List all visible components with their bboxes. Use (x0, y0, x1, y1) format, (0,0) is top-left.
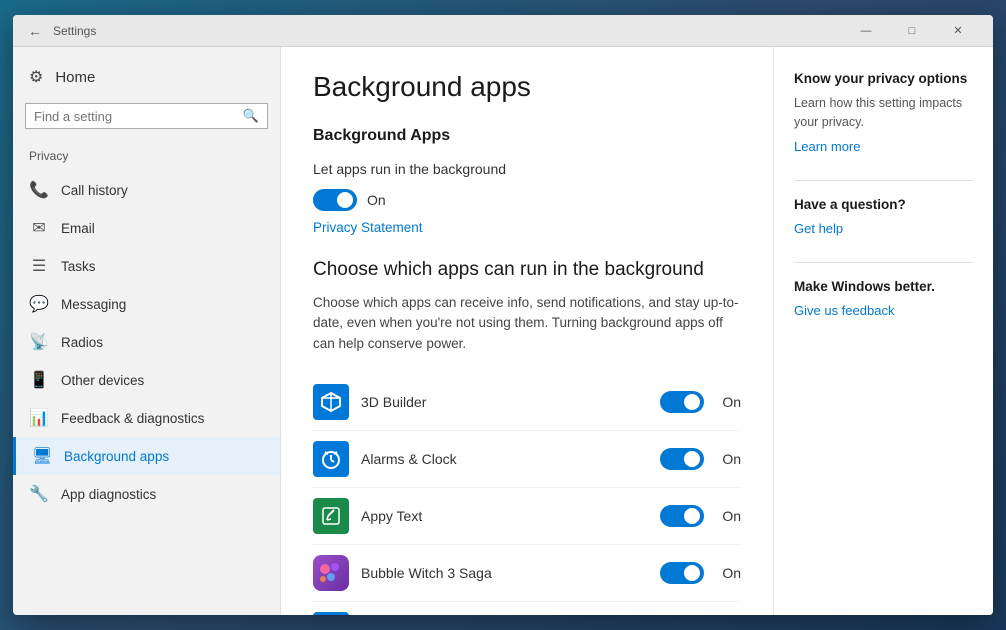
sidebar-item-call-history[interactable]: 📞 Call history (13, 171, 280, 209)
learn-more-link[interactable]: Learn more (794, 139, 860, 154)
app-toggle-appytext: On (660, 505, 741, 527)
give-feedback-link[interactable]: Give us feedback (794, 303, 894, 318)
right-help-title: Have a question? (794, 197, 973, 212)
app-name-appytext: Appy Text (361, 508, 660, 524)
app-row-alarms: Alarms & Clock On (313, 431, 741, 488)
feedback-label: Feedback & diagnostics (61, 411, 204, 426)
app-row-bubblewitch: Bubble Witch 3 Saga On (313, 545, 741, 602)
search-input[interactable] (34, 109, 243, 124)
sidebar-item-app-diagnostics[interactable]: 🔧 App diagnostics (13, 475, 280, 513)
background-apps-label: Background apps (64, 449, 169, 464)
app-icon-appytext (313, 498, 349, 534)
title-bar: ← Settings — □ ✕ (13, 15, 993, 47)
tasks-icon: ☰ (29, 256, 49, 276)
call-history-icon: 📞 (29, 180, 49, 200)
tasks-label: Tasks (61, 259, 96, 274)
radios-label: Radios (61, 335, 103, 350)
app-name-alarms: Alarms & Clock (361, 451, 660, 467)
app-icon-alarms (313, 441, 349, 477)
toggle-3dbuilder[interactable] (660, 391, 704, 413)
other-devices-label: Other devices (61, 373, 144, 388)
app-row-3dbuilder: 3D Builder On (313, 374, 741, 431)
home-icon: ⚙ (29, 67, 43, 87)
search-box: 🔍 (25, 103, 268, 129)
sidebar-item-feedback[interactable]: 📊 Feedback & diagnostics (13, 399, 280, 437)
right-section-privacy: Know your privacy options Learn how this… (794, 71, 973, 156)
right-section-feedback: Make Windows better. Give us feedback (794, 279, 973, 320)
sidebar-item-other-devices[interactable]: 📱 Other devices (13, 361, 280, 399)
minimize-button[interactable]: — (843, 15, 889, 47)
settings-window: ← Settings — □ ✕ ⚙ Home 🔍 Privacy 📞 Call… (13, 15, 993, 615)
close-button[interactable]: ✕ (935, 15, 981, 47)
app-name-bubblewitch: Bubble Witch 3 Saga (361, 565, 660, 581)
other-devices-icon: 📱 (29, 370, 49, 390)
background-apps-icon: 🖥 (32, 446, 52, 466)
app-icon-3dbuilder (313, 384, 349, 420)
app-diagnostics-label: App diagnostics (61, 487, 156, 502)
app-icon-bubblewitch (313, 555, 349, 591)
app-row-appytext: Appy Text On (313, 488, 741, 545)
toggle-state-appytext: On (722, 508, 741, 524)
choose-heading: Choose which apps can run in the backgro… (313, 259, 741, 281)
divider-2 (794, 262, 973, 263)
email-label: Email (61, 221, 95, 236)
sidebar-item-radios[interactable]: 📡 Radios (13, 323, 280, 361)
app-toggle-bubblewitch: On (660, 562, 741, 584)
main-toggle-row: On (313, 189, 741, 211)
radios-icon: 📡 (29, 332, 49, 352)
privacy-statement-link[interactable]: Privacy Statement (313, 220, 423, 235)
toggle-description: Let apps run in the background (313, 161, 741, 177)
toggle-state-bubblewitch: On (722, 565, 741, 581)
right-panel: Know your privacy options Learn how this… (773, 47, 993, 615)
window-controls: — □ ✕ (843, 15, 981, 47)
email-icon: ✉ (29, 218, 49, 238)
back-button[interactable]: ← (25, 21, 45, 41)
app-toggle-alarms: On (660, 448, 741, 470)
toggle-bubblewitch[interactable] (660, 562, 704, 584)
app-diagnostics-icon: 🔧 (29, 484, 49, 504)
home-label: Home (55, 69, 95, 86)
app-list: 3D Builder On Alarms & Clock On (313, 374, 741, 615)
toggle-state-3dbuilder: On (722, 394, 741, 410)
sidebar-item-tasks[interactable]: ☰ Tasks (13, 247, 280, 285)
toggle-alarms[interactable] (660, 448, 704, 470)
toggle-state-label: On (367, 192, 386, 208)
sidebar-item-messaging[interactable]: 💬 Messaging (13, 285, 280, 323)
get-help-link[interactable]: Get help (794, 221, 843, 236)
choose-description: Choose which apps can receive info, send… (313, 293, 741, 354)
divider-1 (794, 180, 973, 181)
app-row-calculator: Calculator On (313, 602, 741, 615)
sidebar-home[interactable]: ⚙ Home (13, 59, 280, 95)
maximize-button[interactable]: □ (889, 15, 935, 47)
background-apps-toggle[interactable] (313, 189, 357, 211)
toggle-state-alarms: On (722, 451, 741, 467)
window-content: ⚙ Home 🔍 Privacy 📞 Call history ✉ Email … (13, 47, 993, 615)
privacy-section-label: Privacy (13, 145, 280, 171)
feedback-icon: 📊 (29, 408, 49, 428)
page-title: Background apps (313, 71, 741, 103)
sidebar-item-background-apps[interactable]: 🖥 Background apps (13, 437, 280, 475)
main-content: Background apps Background Apps Let apps… (281, 47, 773, 615)
search-icon: 🔍 (243, 108, 259, 124)
right-privacy-desc: Learn how this setting impacts your priv… (794, 94, 973, 132)
messaging-label: Messaging (61, 297, 126, 312)
right-feedback-title: Make Windows better. (794, 279, 973, 294)
toggle-appytext[interactable] (660, 505, 704, 527)
window-title: Settings (53, 24, 843, 38)
section-title: Background Apps (313, 127, 741, 145)
call-history-label: Call history (61, 183, 128, 198)
messaging-icon: 💬 (29, 294, 49, 314)
right-privacy-title: Know your privacy options (794, 71, 973, 86)
right-section-help: Have a question? Get help (794, 197, 973, 238)
app-icon-calculator (313, 612, 349, 615)
sidebar: ⚙ Home 🔍 Privacy 📞 Call history ✉ Email … (13, 47, 281, 615)
app-name-3dbuilder: 3D Builder (361, 394, 660, 410)
app-toggle-3dbuilder: On (660, 391, 741, 413)
sidebar-item-email[interactable]: ✉ Email (13, 209, 280, 247)
